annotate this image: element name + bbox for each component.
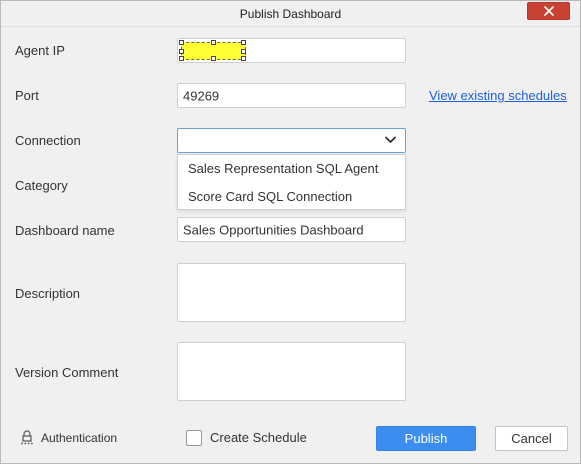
connection-option[interactable]: Sales Representation SQL Agent bbox=[188, 161, 378, 176]
text-selection-highlight bbox=[179, 40, 246, 61]
dialog-title: Publish Dashboard bbox=[239, 7, 342, 21]
agent-ip-label: Agent IP bbox=[15, 43, 65, 58]
dashboard-name-label: Dashboard name bbox=[15, 223, 115, 238]
close-button[interactable] bbox=[527, 2, 570, 20]
port-value: 49269 bbox=[183, 88, 220, 103]
view-existing-schedules-link[interactable]: View existing schedules bbox=[429, 88, 567, 103]
version-comment-label: Version Comment bbox=[15, 365, 119, 380]
dashboard-name-value: Sales Opportunities Dashboard bbox=[183, 222, 364, 237]
title-bar: Publish Dashboard bbox=[1, 1, 580, 27]
create-schedule-label[interactable]: Create Schedule bbox=[210, 430, 307, 445]
description-label: Description bbox=[15, 286, 81, 301]
close-icon bbox=[543, 6, 554, 16]
lock-icon bbox=[21, 430, 33, 445]
publish-button[interactable]: Publish bbox=[376, 426, 476, 451]
connection-dropdown-list: Sales Representation SQL Agent Score Car… bbox=[177, 154, 406, 210]
category-label: Category bbox=[15, 178, 68, 193]
connection-option[interactable]: Score Card SQL Connection bbox=[188, 189, 352, 204]
port-input[interactable]: 49269 bbox=[177, 83, 406, 108]
authentication-label: Authentication bbox=[41, 430, 118, 445]
chevron-down-icon bbox=[385, 136, 396, 143]
agent-ip-input[interactable] bbox=[177, 38, 406, 63]
cancel-button[interactable]: Cancel bbox=[495, 426, 568, 451]
version-comment-textarea[interactable] bbox=[177, 342, 406, 401]
description-textarea[interactable] bbox=[177, 263, 406, 322]
create-schedule-checkbox[interactable] bbox=[186, 430, 202, 446]
publish-dashboard-dialog: Publish Dashboard Agent IP Port 49269 Vi… bbox=[0, 0, 581, 464]
connection-label: Connection bbox=[15, 133, 81, 148]
port-label: Port bbox=[15, 88, 39, 103]
dashboard-name-input[interactable]: Sales Opportunities Dashboard bbox=[177, 217, 406, 242]
connection-select[interactable] bbox=[177, 128, 406, 153]
authentication-button[interactable]: Authentication bbox=[20, 430, 117, 445]
